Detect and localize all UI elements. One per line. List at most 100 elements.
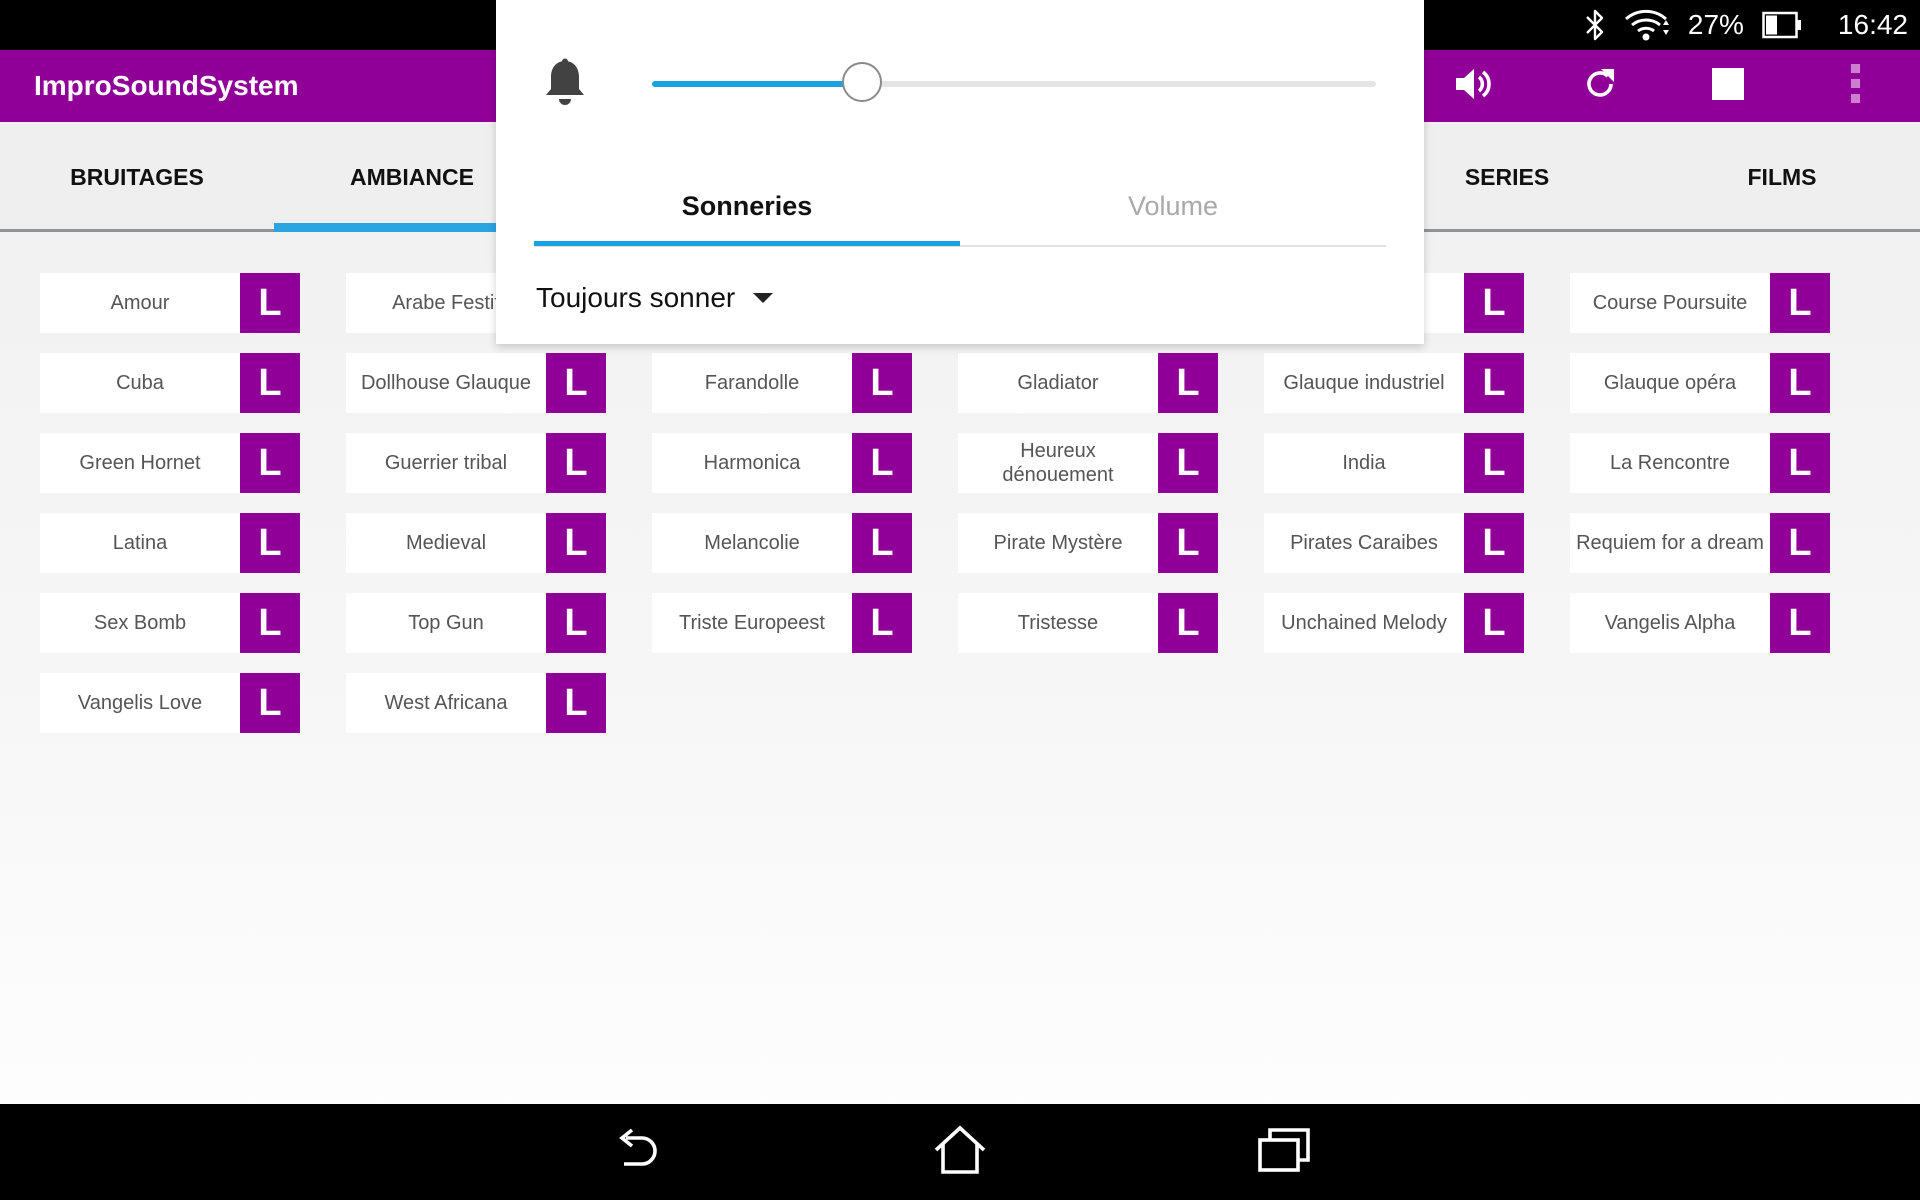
- sound-item: Green Hornet L: [40, 433, 300, 493]
- recent-apps-button[interactable]: [1236, 1104, 1332, 1200]
- sound-loop-button[interactable]: L: [240, 273, 300, 333]
- sound-item: India L: [1264, 433, 1524, 493]
- sound-loop-button[interactable]: L: [240, 513, 300, 573]
- sound-loop-button[interactable]: L: [1770, 513, 1830, 573]
- sound-loop-button[interactable]: L: [240, 593, 300, 653]
- sound-play-button[interactable]: Top Gun: [346, 593, 546, 653]
- sound-loop-button[interactable]: L: [546, 673, 606, 733]
- sound-item: Sex Bomb L: [40, 593, 300, 653]
- sound-play-button[interactable]: Tristesse: [958, 593, 1158, 653]
- sound-item: Medieval L: [346, 513, 606, 573]
- home-button[interactable]: [912, 1104, 1008, 1200]
- sound-play-button[interactable]: Pirates Caraibes: [1264, 513, 1464, 573]
- overflow-menu-button[interactable]: [1820, 50, 1892, 122]
- sound-item: Requiem for a dream L: [1570, 513, 1830, 573]
- ringer-volume-slider[interactable]: [652, 62, 1376, 102]
- sound-play-button[interactable]: Guerrier tribal: [346, 433, 546, 493]
- popup-tab-indicator: [534, 241, 960, 246]
- sound-loop-button[interactable]: L: [1158, 433, 1218, 493]
- sound-loop-button[interactable]: L: [1158, 513, 1218, 573]
- sound-play-button[interactable]: Triste Europeest: [652, 593, 852, 653]
- sound-loop-button[interactable]: L: [240, 673, 300, 733]
- sound-item: Amour L: [40, 273, 300, 333]
- tab-bruitages[interactable]: BRUITAGES: [0, 122, 274, 232]
- sound-play-button[interactable]: Heureux dénouement: [958, 433, 1158, 493]
- sound-play-button[interactable]: Dollhouse Glauque: [346, 353, 546, 413]
- sound-play-button[interactable]: Melancolie: [652, 513, 852, 573]
- sound-play-button[interactable]: Green Hornet: [40, 433, 240, 493]
- sound-item: Gladiator L: [958, 353, 1218, 413]
- sound-loop-button[interactable]: L: [1770, 433, 1830, 493]
- status-icons: 27% 16:42: [1584, 0, 1908, 50]
- sound-play-button[interactable]: Farandolle: [652, 353, 852, 413]
- sound-play-button[interactable]: Vangelis Love: [40, 673, 240, 733]
- sound-loop-button[interactable]: L: [852, 353, 912, 413]
- tab-sonneries[interactable]: Sonneries: [534, 166, 960, 246]
- sound-play-button[interactable]: Glauque opéra: [1570, 353, 1770, 413]
- sound-play-button[interactable]: Glauque industriel: [1264, 353, 1464, 413]
- back-button[interactable]: [588, 1104, 684, 1200]
- sound-loop-button[interactable]: L: [240, 353, 300, 413]
- sound-play-button[interactable]: La Rencontre: [1570, 433, 1770, 493]
- sound-item: Course Poursuite L: [1570, 273, 1830, 333]
- sound-play-button[interactable]: India: [1264, 433, 1464, 493]
- sound-item: Glauque industriel L: [1264, 353, 1524, 413]
- sound-loop-button[interactable]: L: [546, 433, 606, 493]
- sound-item: West Africana L: [346, 673, 606, 733]
- sound-play-button[interactable]: Vangelis Alpha: [1570, 593, 1770, 653]
- sound-loop-button[interactable]: L: [1770, 273, 1830, 333]
- ring-mode-dropdown[interactable]: Toujours sonner: [536, 272, 774, 324]
- sound-item: Top Gun L: [346, 593, 606, 653]
- sound-item: Pirates Caraibes L: [1264, 513, 1524, 573]
- sound-loop-button[interactable]: L: [1464, 353, 1524, 413]
- sound-play-button[interactable]: Medieval: [346, 513, 546, 573]
- sound-loop-button[interactable]: L: [1464, 593, 1524, 653]
- sound-loop-button[interactable]: L: [1770, 593, 1830, 653]
- sound-play-button[interactable]: Course Poursuite: [1570, 273, 1770, 333]
- sound-play-button[interactable]: Unchained Melody: [1264, 593, 1464, 653]
- battery-icon: [1762, 11, 1802, 39]
- sound-loop-button[interactable]: L: [546, 593, 606, 653]
- sound-loop-button[interactable]: L: [1464, 433, 1524, 493]
- sound-loop-button[interactable]: L: [546, 513, 606, 573]
- clock: 16:42: [1837, 9, 1908, 40]
- sound-loop-button[interactable]: L: [1158, 593, 1218, 653]
- sound-item: Glauque opéra L: [1570, 353, 1830, 413]
- sound-item: Harmonica L: [652, 433, 912, 493]
- sound-loop-button[interactable]: L: [852, 513, 912, 573]
- slider-thumb[interactable]: [841, 62, 882, 102]
- home-icon: [933, 1124, 987, 1180]
- tab-volume[interactable]: Volume: [960, 166, 1386, 246]
- sound-loop-button[interactable]: L: [852, 593, 912, 653]
- refresh-icon: [1580, 64, 1620, 108]
- battery-percent: 27%: [1687, 9, 1744, 40]
- app-title: ImproSoundSystem: [34, 70, 299, 101]
- sound-loop-button[interactable]: L: [1464, 273, 1524, 333]
- sound-play-button[interactable]: Requiem for a dream: [1570, 513, 1770, 573]
- sound-loop-button[interactable]: L: [546, 353, 606, 413]
- sound-play-button[interactable]: Amour: [40, 273, 240, 333]
- sound-play-button[interactable]: Cuba: [40, 353, 240, 413]
- sound-item: Melancolie L: [652, 513, 912, 573]
- tab-films[interactable]: FILMS: [1644, 122, 1920, 232]
- sound-item: Vangelis Alpha L: [1570, 593, 1830, 653]
- sound-loop-button[interactable]: L: [1770, 353, 1830, 413]
- stop-button[interactable]: [1692, 50, 1764, 122]
- slider-fill: [652, 81, 862, 87]
- sound-play-button[interactable]: Pirate Mystère: [958, 513, 1158, 573]
- refresh-button[interactable]: [1564, 50, 1636, 122]
- sound-play-button[interactable]: West Africana: [346, 673, 546, 733]
- sound-play-button[interactable]: Harmonica: [652, 433, 852, 493]
- sound-loop-button[interactable]: L: [1158, 353, 1218, 413]
- sound-loop-button[interactable]: L: [852, 433, 912, 493]
- recent-apps-icon: [1257, 1126, 1311, 1178]
- chevron-down-icon: [753, 293, 774, 303]
- sound-play-button[interactable]: Sex Bomb: [40, 593, 240, 653]
- volume-button[interactable]: [1436, 50, 1508, 122]
- sound-item: Pirate Mystère L: [958, 513, 1218, 573]
- sound-loop-button[interactable]: L: [1464, 513, 1524, 573]
- sound-loop-button[interactable]: L: [240, 433, 300, 493]
- stop-icon: [1711, 67, 1745, 105]
- sound-play-button[interactable]: Gladiator: [958, 353, 1158, 413]
- sound-play-button[interactable]: Latina: [40, 513, 240, 573]
